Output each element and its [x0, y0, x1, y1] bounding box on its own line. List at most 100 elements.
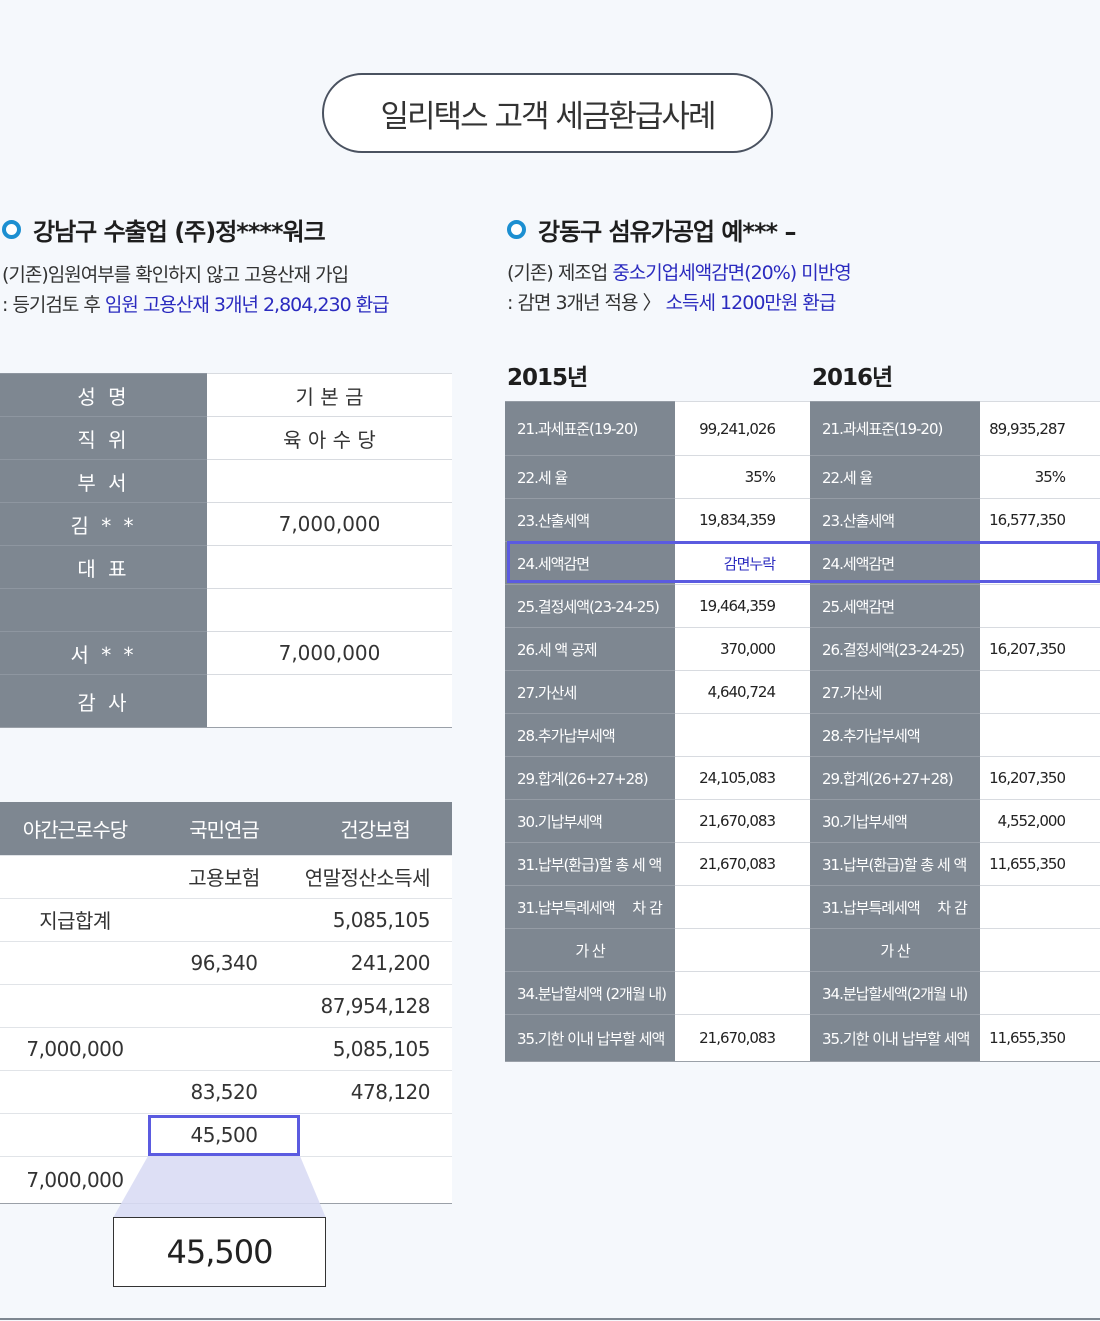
deduction-cell: 96,340: [150, 940, 298, 984]
bottom-divider: [0, 1318, 1100, 1320]
tax-row: 27.가산세: [810, 670, 1100, 714]
salary-row-value: 7,000,000: [207, 502, 452, 546]
tax-row-label: 25.결정세액(23-24-25): [505, 584, 675, 628]
tax-row-label: 26.결정세액(23-24-25): [810, 627, 980, 671]
tax-row-label: 21.과세표준(19-20): [505, 401, 675, 456]
salary-row-label: 부 서: [0, 459, 207, 503]
tax-row-label: 가 산: [810, 928, 980, 972]
tax-row-value: [980, 713, 1100, 757]
tax-row-value: 370,000: [675, 627, 810, 671]
deduction-cell: 고용보험: [150, 854, 298, 898]
tax-row-label: 27.가산세: [505, 670, 675, 714]
salary-row: [0, 588, 452, 632]
tax-row-value: [980, 885, 1100, 929]
tax-row: 21.과세표준(19-20) 99,241,026: [505, 401, 810, 456]
right-case-title: 강동구 섬유가공업 예*** –: [538, 218, 796, 246]
tax-row: 30.기납부세액 21,670,083: [505, 799, 810, 843]
tax-row-value: 16,207,350: [980, 627, 1100, 671]
zoom-callout-value: 45,500: [113, 1217, 326, 1287]
page-title: 일리택스 고객 세금환급사례: [322, 73, 773, 153]
tax-row-value: 19,464,359: [675, 584, 810, 628]
left-desc-line1: (기존)임원여부를 확인하지 않고 고용산재 가입: [2, 264, 349, 286]
deduction-row: 지급합계 5,085,105: [0, 897, 452, 941]
tax-row: 34.분납할세액(2개월 내): [810, 971, 1100, 1015]
tax-row-label: 가 산: [505, 928, 675, 972]
salary-table: 성 명기 본 금직 위육 아 수 당부 서김 * * 7,000,000 대 표서 …: [0, 373, 452, 728]
highlight-box-tax-reduction: [507, 541, 1100, 583]
tax-row-label: 31.납부특례세액 차 감: [505, 885, 675, 929]
tax-row: 23.산출세액 16,577,350: [810, 498, 1100, 542]
salary-row: 부 서: [0, 459, 452, 503]
tax-row-value: 99,241,026: [675, 401, 810, 456]
tax-row-label: 31.납부(환급)할 총 세 액: [810, 842, 980, 886]
tax-row-label: 34.분납할세액(2개월 내): [810, 971, 980, 1015]
salary-row-value: [207, 545, 452, 589]
tax-row-label: 22.세 율: [810, 455, 980, 499]
deduction-cell: [150, 1026, 298, 1070]
salary-row-label: 대 표: [0, 545, 207, 589]
deduction-cell: 지급합계: [0, 897, 150, 941]
tax-row-label: 35.기한 이내 납부할 세액: [810, 1014, 980, 1062]
tax-row: 28.추가납부세액: [810, 713, 1100, 757]
tax-table-2015: 21.과세표준(19-20) 99,241,026 22.세 율 35% 23.산출세액…: [505, 401, 810, 1062]
deduction-cell: 5,085,105: [298, 897, 452, 941]
deduction-row: 87,954,128: [0, 983, 452, 1027]
bullet-ring-icon: [507, 220, 526, 239]
tax-row: 31.납부(환급)할 총 세 액 21,670,083: [505, 842, 810, 886]
tax-row-label: 34.분납할세액 (2개월 내): [505, 971, 675, 1015]
right-desc-line2-highlight: 소득세 1200만원 환급: [665, 292, 837, 314]
deduction-cell: [150, 897, 298, 941]
tax-row-value: 35%: [980, 455, 1100, 499]
right-desc-line2: : 감면 3개년 적용 〉 소득세 1200만원 환급: [507, 288, 851, 318]
tax-row-value: [675, 971, 810, 1015]
tax-row: 29.합계(26+27+28) 16,207,350: [810, 756, 1100, 800]
deduction-cell: [0, 1112, 150, 1156]
tax-row-label: 29.합계(26+27+28): [505, 756, 675, 800]
tax-table-2016: 21.과세표준(19-20) 89,935,287 22.세 율 35% 23.산출세액…: [810, 401, 1100, 1062]
left-desc-line2-prefix: : 등기검토 후: [2, 294, 105, 316]
tax-row-value: 11,655,350: [980, 842, 1100, 886]
tax-row: 26.결정세액(23-24-25) 16,207,350: [810, 627, 1100, 671]
tax-row: 35.기한 이내 납부할 세액 21,670,083: [505, 1014, 810, 1062]
table2-header: 야간근로수당: [0, 802, 150, 855]
salary-row: 감 사: [0, 674, 452, 728]
bullet-ring-icon: [2, 220, 21, 239]
left-desc-line2-highlight: 임원 고용산재 3개년 2,804,230 환급: [104, 294, 390, 316]
salary-row-value: [207, 674, 452, 728]
tax-row-value: 4,552,000: [980, 799, 1100, 843]
deduction-cell: 7,000,000: [0, 1026, 150, 1070]
tax-row: 22.세 율 35%: [810, 455, 1100, 499]
left-case-description: (기존)임원여부를 확인하지 않고 고용산재 가입 : 등기검토 후 임원 고용…: [2, 260, 390, 320]
salary-row: 서 * * 7,000,000: [0, 631, 452, 675]
deduction-cell: 5,085,105: [298, 1026, 452, 1070]
tax-row-value: 11,655,350: [980, 1014, 1100, 1062]
tax-row: 34.분납할세액 (2개월 내): [505, 971, 810, 1015]
tax-row: 29.합계(26+27+28) 24,105,083: [505, 756, 810, 800]
tax-row-value: 21,670,083: [675, 842, 810, 886]
tax-row: 25.결정세액(23-24-25) 19,464,359: [505, 584, 810, 628]
deduction-row: 고용보험 연말정산소득세: [0, 854, 452, 898]
tax-row: 31.납부특례세액 차 감: [810, 885, 1100, 929]
tax-row-label: 27.가산세: [810, 670, 980, 714]
tax-row: 23.산출세액 19,834,359: [505, 498, 810, 542]
deduction-cell: 241,200: [298, 940, 452, 984]
deduction-cell: 478,120: [298, 1069, 452, 1113]
left-case-title: 강남구 수출업 (주)정****워크: [33, 218, 326, 246]
tax-row-label: 23.산출세액: [810, 498, 980, 542]
tax-row-label: 22.세 율: [505, 455, 675, 499]
tax-row-label: 30.기납부세액: [505, 799, 675, 843]
deduction-row: 7,000,000 5,085,105: [0, 1026, 452, 1070]
tax-row-value: 4,640,724: [675, 670, 810, 714]
right-desc-line1-prefix: (기존) 제조업: [507, 262, 613, 284]
tax-row-value: [980, 670, 1100, 714]
tax-row-value: [980, 971, 1100, 1015]
year-label-2016: 2016년: [812, 365, 893, 391]
deduction-cell: 83,520: [150, 1069, 298, 1113]
salary-row-label: 김 * *: [0, 502, 207, 546]
tax-row-label: 23.산출세액: [505, 498, 675, 542]
salary-row: 대 표: [0, 545, 452, 589]
deduction-cell: [0, 983, 150, 1027]
salary-row-label: 서 * *: [0, 631, 207, 675]
right-desc-line2-prefix: : 감면 3개년 적용 〉: [507, 292, 666, 314]
salary-row-value: 기 본 금: [207, 373, 452, 417]
